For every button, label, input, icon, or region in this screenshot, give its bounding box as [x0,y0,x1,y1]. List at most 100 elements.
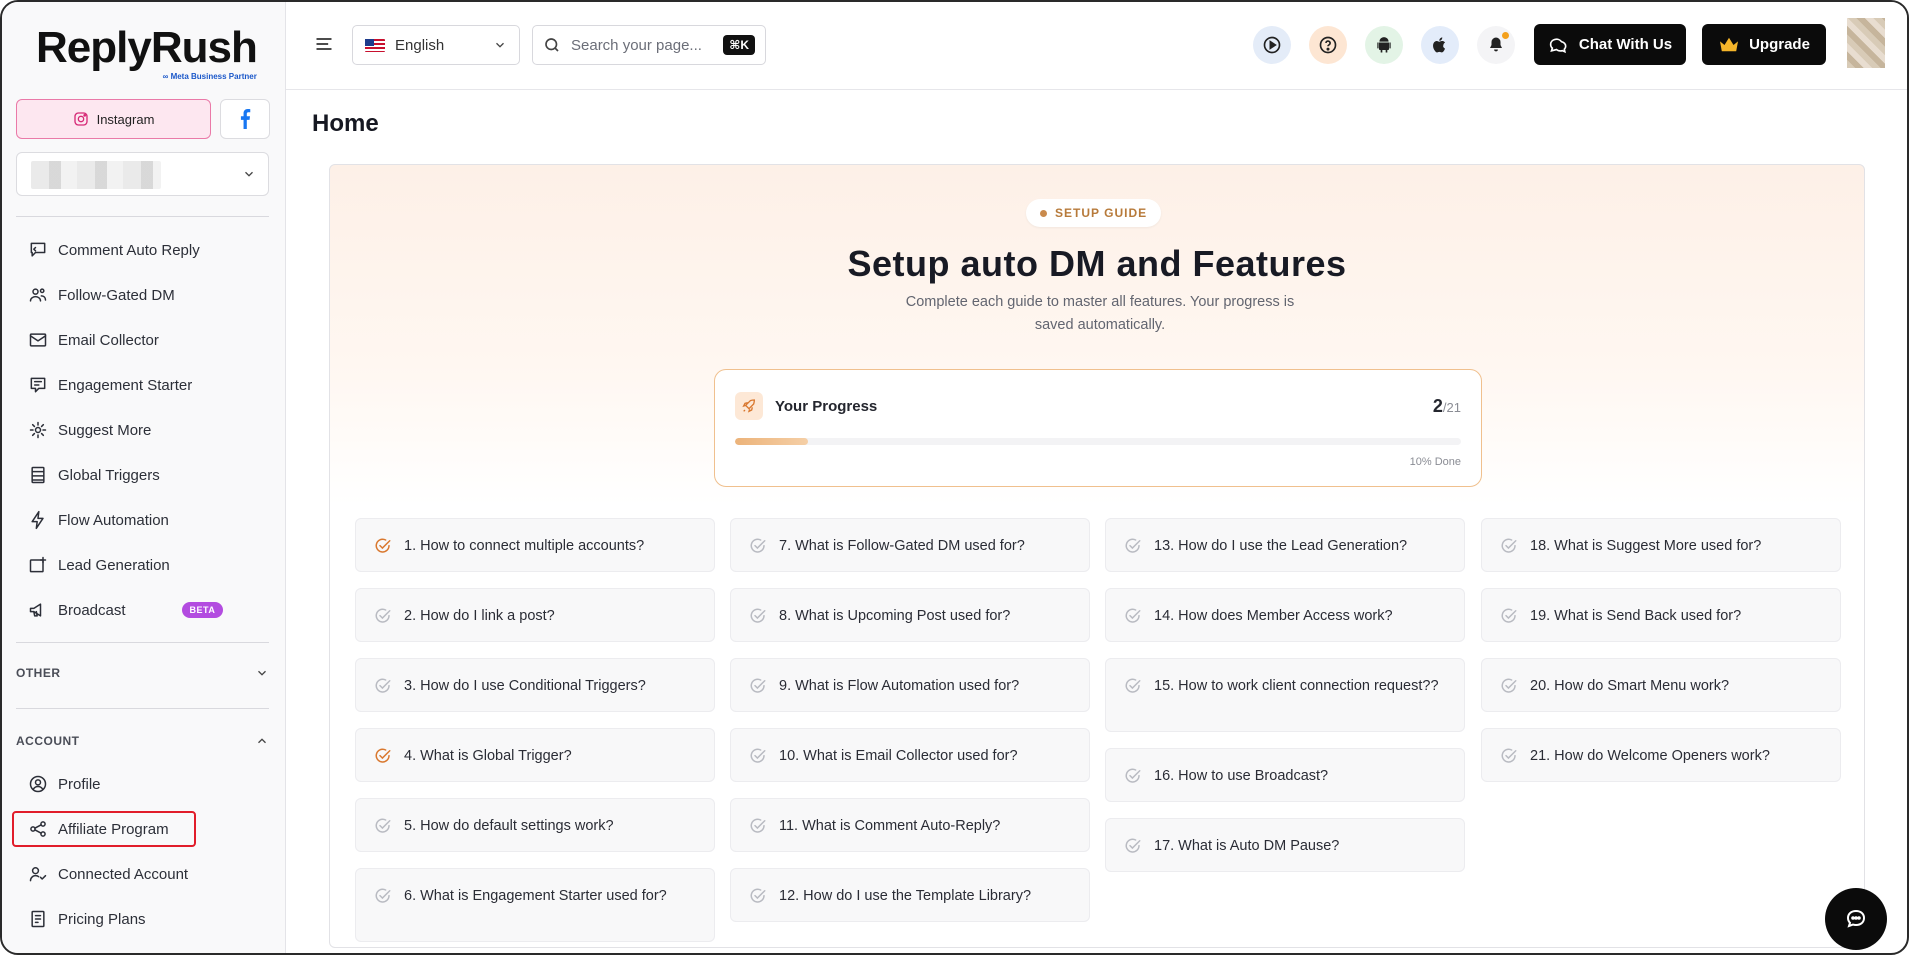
list-icon [31,466,45,484]
guide-question-label: 7. What is Follow-Gated DM used for? [779,538,1025,554]
guide-question-item[interactable]: 5. How do default settings work? [355,798,715,852]
sidebar-item-label: Suggest More [58,421,152,439]
guide-question-item[interactable]: 19. What is Send Back used for? [1481,588,1841,642]
upgrade-button[interactable]: Upgrade [1702,24,1826,65]
progress-fill [735,438,808,445]
guide-question-item[interactable]: 4. What is Global Trigger? [355,728,715,782]
sidebar-divider [16,708,269,709]
section-other[interactable]: OTHER [16,666,269,680]
sidebar-item-pricing-plans[interactable]: Pricing Plans [28,906,146,932]
progress-total: /21 [1442,400,1461,415]
check-circle-icon [375,818,391,833]
search-placeholder: Search your page... [571,36,702,54]
facebook-button[interactable] [220,99,270,139]
guide-question-item[interactable]: 2. How do I link a post? [355,588,715,642]
sidebar-item-broadcast[interactable]: Broadcast BETA [28,597,224,623]
guide-question-label: 2. How do I link a post? [404,608,555,624]
brand-name: ReplyRush [36,23,258,72]
guide-subtitle: Complete each guide to master all featur… [905,294,1295,333]
check-circle-icon [750,608,766,623]
brand-tagline: ∞ Meta Business Partner [163,72,257,81]
guide-question-item[interactable]: 3. How do I use Conditional Triggers? [355,658,715,712]
setup-guide-card: SETUP GUIDE Setup auto DM and Features C… [329,164,1865,948]
guide-question-item[interactable]: 21. How do Welcome Openers work? [1481,728,1841,782]
check-circle-icon [750,748,766,763]
account-select[interactable] [16,152,269,196]
profile-icon [29,775,47,793]
brand-logo[interactable]: ReplyRush ∞ Meta Business Partner [36,23,258,82]
chevron-up-icon [258,738,266,744]
section-account[interactable]: ACCOUNT [16,734,269,748]
sidebar-item-lead-generation[interactable]: Lead Generation [28,552,170,578]
ios-app-button[interactable] [1421,26,1459,64]
sidebar-item-email-collector[interactable]: Email Collector [28,327,159,353]
guide-question-item[interactable]: 13. How do I use the Lead Generation? [1105,518,1465,572]
megaphone-icon [29,603,42,617]
android-icon [1377,37,1391,53]
chat-list-icon [30,377,46,393]
chat-with-us-button[interactable]: Chat With Us [1534,24,1686,65]
beta-badge: BETA [181,602,224,618]
notifications-button[interactable] [1477,26,1515,64]
sidebar-item-flow-automation[interactable]: Flow Automation [28,507,169,533]
guide-question-label: 4. What is Global Trigger? [404,748,572,764]
chat-fab-button[interactable] [1825,888,1887,950]
instagram-button[interactable]: Instagram [16,99,211,139]
guide-question-item[interactable]: 16. How to use Broadcast? [1105,748,1465,802]
guide-question-item[interactable]: 1. How to connect multiple accounts? [355,518,715,572]
guide-question-label: 14. How does Member Access work? [1154,608,1393,624]
sidebar-item-follow-gated-dm[interactable]: Follow-Gated DM [28,282,175,308]
mail-icon [29,333,47,347]
guide-question-item[interactable]: 8. What is Upcoming Post used for? [730,588,1090,642]
guide-question-item[interactable]: 18. What is Suggest More used for? [1481,518,1841,572]
receipt-icon [31,910,45,928]
check-circle-icon [750,678,766,693]
sidebar-item-engagement-starter[interactable]: Engagement Starter [28,372,192,398]
sidebar-item-label: Comment Auto Reply [58,241,200,259]
sidebar-item-connected-account[interactable]: Connected Account [28,861,188,887]
guide-question-label: 16. How to use Broadcast? [1154,768,1329,784]
check-circle-icon [1501,748,1517,763]
setup-guide-pill-label: SETUP GUIDE [1055,206,1148,220]
progress-label: Your Progress [775,398,878,415]
apple-icon [1433,37,1446,53]
guide-question-label: 3. How do I use Conditional Triggers? [404,678,646,694]
hamburger-menu-icon[interactable] [314,34,334,54]
check-circle-icon [375,888,391,903]
guide-question-item[interactable]: 10. What is Email Collector used for? [730,728,1090,782]
guide-question-item[interactable]: 12. How do I use the Template Library? [730,868,1090,922]
guide-question-item[interactable]: 20. How do Smart Menu work? [1481,658,1841,712]
guide-question-item[interactable]: 17. What is Auto DM Pause? [1105,818,1465,872]
guide-question-item[interactable]: 6. What is Engagement Starter used for? [355,868,715,942]
guide-question-label: 10. What is Email Collector used for? [779,748,1018,764]
guide-question-label: 18. What is Suggest More used for? [1530,538,1762,554]
sidebar-item-global-triggers[interactable]: Global Triggers [28,462,160,488]
sidebar-item-comment-auto-reply[interactable]: Comment Auto Reply [28,237,200,263]
guide-question-item[interactable]: 14. How does Member Access work? [1105,588,1465,642]
us-flag-icon [365,38,385,52]
guide-question-item[interactable]: 15. How to work client connection reques… [1105,658,1465,732]
language-select[interactable]: English [352,25,520,65]
sidebar-item-suggest-more[interactable]: Suggest More [28,417,151,443]
search-input[interactable]: Search your page... ⌘K [532,25,766,65]
sidebar-item-profile[interactable]: Profile [28,771,101,797]
user-avatar[interactable] [1847,18,1885,68]
video-tutorial-button[interactable] [1253,26,1291,64]
sidebar: ReplyRush ∞ Meta Business Partner Instag… [2,2,286,953]
setup-guide-pill: SETUP GUIDE [1026,199,1162,227]
play-circle-icon [1263,36,1281,54]
bolt-icon [31,510,44,530]
android-app-button[interactable] [1365,26,1403,64]
check-circle-icon [750,818,766,833]
guide-question-item[interactable]: 9. What is Flow Automation used for? [730,658,1090,712]
help-button[interactable] [1309,26,1347,64]
chevron-down-icon [245,171,253,177]
top-header: English Search your page... ⌘K Chat With… [286,2,1907,90]
language-value: English [395,36,445,54]
guide-question-item[interactable]: 11. What is Comment Auto-Reply? [730,798,1090,852]
check-circle-icon [1501,538,1517,553]
chat-bubbles-icon [1549,37,1567,53]
check-circle-icon [750,888,766,903]
instagram-label: Instagram [96,111,155,127]
guide-question-item[interactable]: 7. What is Follow-Gated DM used for? [730,518,1090,572]
